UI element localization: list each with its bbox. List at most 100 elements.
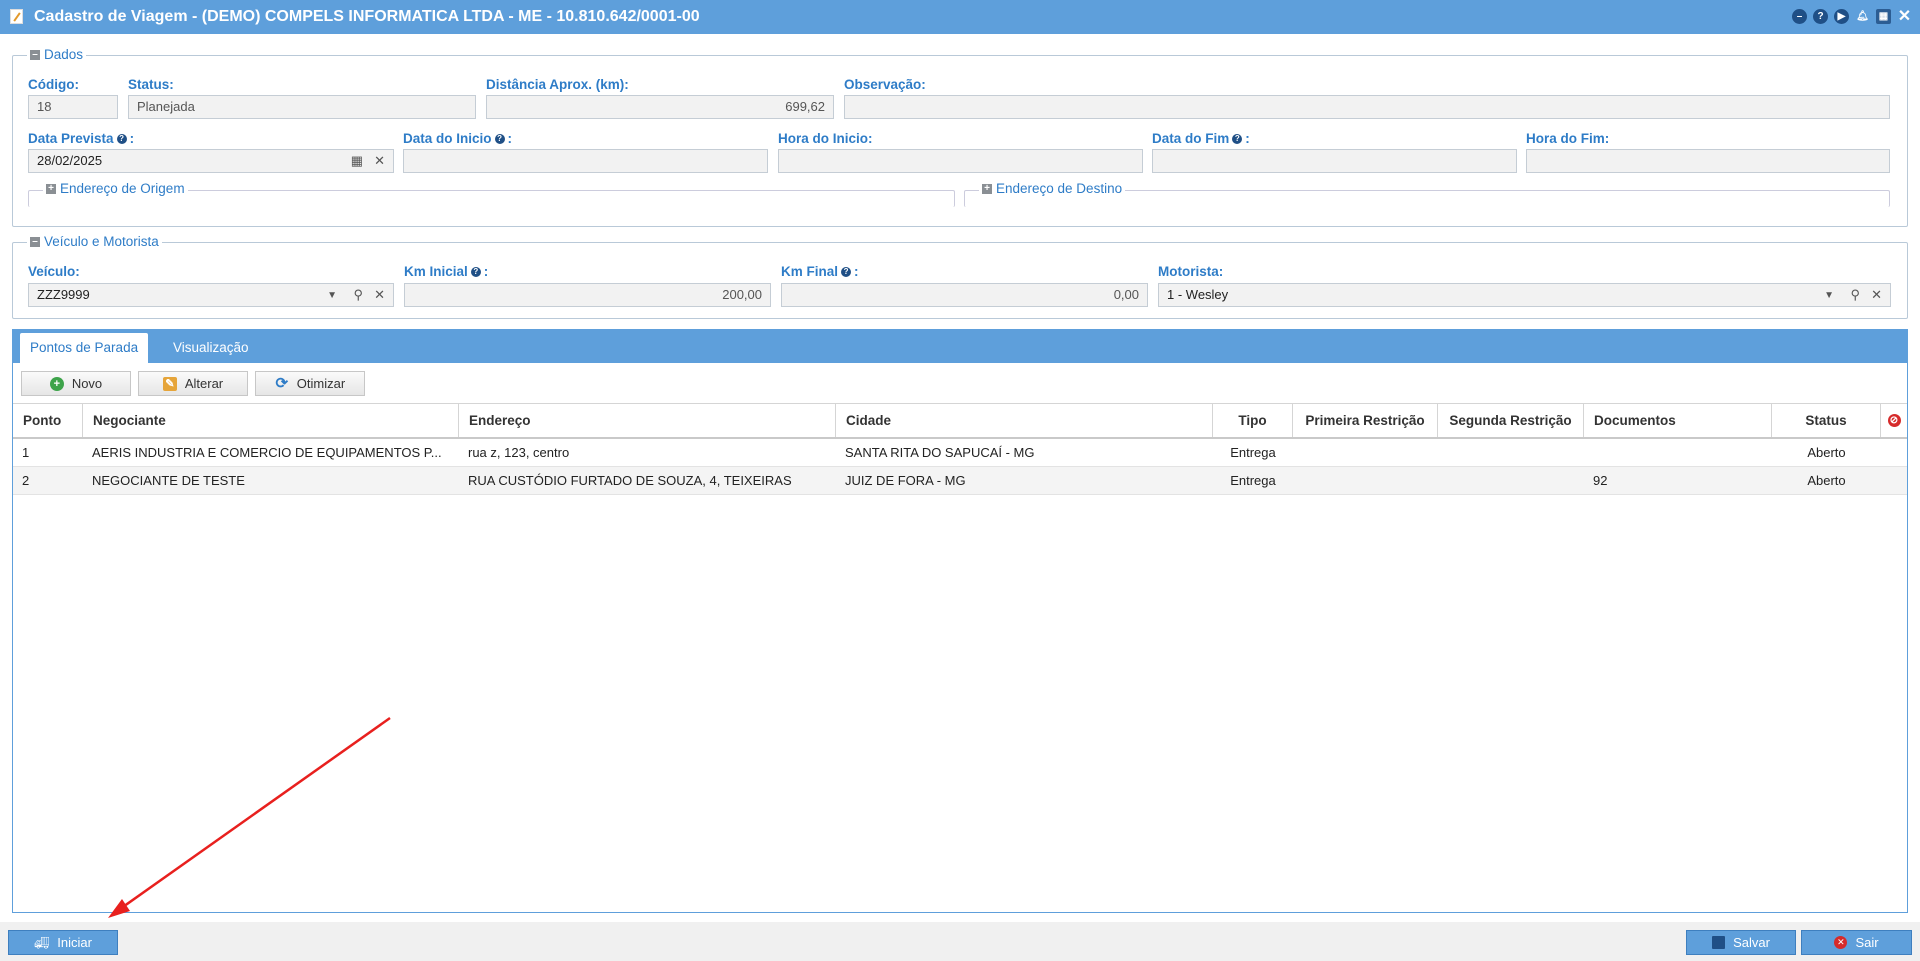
- km-inicial-label-text: Km Inicial: [404, 264, 468, 279]
- window-controls: – ? ▶ 🔔︎ ▦ ✕: [1792, 8, 1912, 24]
- km-final-field[interactable]: 0,00: [781, 283, 1148, 307]
- cell-status: Aberto: [1807, 445, 1846, 460]
- cell-ponto: 2: [22, 473, 30, 488]
- help-icon[interactable]: ?: [494, 133, 505, 144]
- alterar-label: Alterar: [184, 376, 224, 391]
- column-header-segunda-restricao[interactable]: Segunda Restrição: [1438, 404, 1584, 437]
- status-field[interactable]: Planejada: [128, 95, 476, 119]
- edit-document-icon: [10, 9, 23, 24]
- table-row[interactable]: 1 AERIS INDUSTRIA E COMERCIO DE EQUIPAME…: [13, 439, 1907, 467]
- endereco-destino-legend[interactable]: + Endereço de Destino: [979, 181, 1126, 196]
- save-icon: [1712, 936, 1726, 949]
- distancia-field[interactable]: 699,62: [486, 95, 834, 119]
- veiculo-label: Veículo:: [28, 264, 80, 279]
- cell-segunda-restricao: [1438, 467, 1584, 494]
- motorista-field[interactable]: 1 - Wesley ▼ ⚲ ✕: [1158, 283, 1891, 307]
- help-icon[interactable]: ?: [1813, 9, 1828, 24]
- column-header-documentos[interactable]: Documentos: [1584, 404, 1772, 437]
- collapse-icon[interactable]: –: [30, 236, 40, 247]
- colon: :: [129, 131, 135, 146]
- data-inicio-field[interactable]: [403, 149, 768, 173]
- data-fim-field[interactable]: [1152, 149, 1517, 173]
- cell-primeira-restricao: [1293, 467, 1438, 494]
- cell-cidade: JUIZ DE FORA - MG: [845, 473, 966, 488]
- endereco-origem-label: Endereço de Origem: [60, 181, 185, 196]
- clear-icon[interactable]: ✕: [374, 288, 385, 302]
- search-icon[interactable]: ⚲: [353, 288, 363, 302]
- endereco-origem-legend[interactable]: + Endereço de Origem: [43, 181, 188, 196]
- expand-icon[interactable]: +: [982, 183, 992, 194]
- search-icon[interactable]: ⚲: [1850, 288, 1860, 302]
- column-header-cidade[interactable]: Cidade: [836, 404, 1213, 437]
- otimizar-button[interactable]: ⟳ Otimizar: [255, 371, 365, 396]
- data-prevista-field[interactable]: 28/02/2025 ▦ ✕: [28, 149, 394, 173]
- cell-status: Aberto: [1807, 473, 1846, 488]
- notification-bell-icon[interactable]: 🔔︎: [1855, 9, 1870, 24]
- km-inicial-label: Km Inicial ?:: [404, 264, 488, 279]
- data-fim-label: Data do Fim ?:: [1152, 131, 1250, 146]
- grid-toolbar: + Novo ✎ Alterar ⟳ Otimizar: [21, 371, 365, 396]
- codigo-field[interactable]: 18: [28, 95, 118, 119]
- dados-legend[interactable]: – Dados: [27, 47, 87, 62]
- tab-visualizacao[interactable]: Visualização: [163, 333, 259, 363]
- play-icon[interactable]: ▶: [1834, 9, 1849, 24]
- collapse-icon[interactable]: –: [30, 49, 40, 60]
- cell-tipo: Entrega: [1230, 473, 1276, 488]
- sair-button[interactable]: ✕ Sair: [1801, 930, 1912, 955]
- novo-label: Novo: [71, 376, 103, 391]
- footer-bar: 🚚︎ Iniciar Salvar ✕ Sair: [0, 922, 1920, 961]
- veiculo-motorista-fieldset: – Veículo e Motorista: [12, 234, 1908, 319]
- help-icon[interactable]: ?: [1232, 133, 1243, 144]
- dados-legend-label: Dados: [44, 47, 84, 62]
- veiculo-field[interactable]: ZZZ9999 ▼ ⚲ ✕: [28, 283, 394, 307]
- calendar-icon[interactable]: ▦: [1876, 9, 1891, 24]
- novo-button[interactable]: + Novo: [21, 371, 131, 396]
- column-header-remove[interactable]: ⊘: [1881, 404, 1907, 437]
- column-header-status[interactable]: Status: [1772, 404, 1881, 437]
- chevron-down-icon[interactable]: ▼: [1824, 289, 1834, 303]
- minimize-icon[interactable]: –: [1792, 9, 1807, 24]
- remove-icon[interactable]: ⊘: [1887, 414, 1901, 427]
- sair-label: Sair: [1855, 935, 1879, 950]
- iniciar-button[interactable]: 🚚︎ Iniciar: [8, 930, 118, 955]
- column-header-primeira-restricao[interactable]: Primeira Restrição: [1293, 404, 1438, 437]
- cell-endereco: RUA CUSTÓDIO FURTADO DE SOUZA, 4, TEIXEI…: [468, 473, 792, 488]
- column-header-tipo[interactable]: Tipo: [1213, 404, 1293, 437]
- colon: :: [507, 131, 513, 146]
- data-fim-label-text: Data do Fim: [1152, 131, 1230, 146]
- column-header-endereco[interactable]: Endereço: [459, 404, 836, 437]
- hora-fim-field[interactable]: [1526, 149, 1890, 173]
- salvar-button[interactable]: Salvar: [1686, 930, 1796, 955]
- observacao-field[interactable]: [844, 95, 1890, 119]
- calendar-icon[interactable]: ▦: [351, 154, 363, 168]
- help-icon[interactable]: ?: [116, 133, 127, 144]
- clear-icon[interactable]: ✕: [374, 154, 385, 168]
- stops-panel: Pontos de Parada Visualização + Novo ✎ A…: [12, 329, 1908, 913]
- expand-icon[interactable]: +: [46, 183, 56, 194]
- clear-icon[interactable]: ✕: [1871, 288, 1882, 302]
- cell-negociante: AERIS INDUSTRIA E COMERCIO DE EQUIPAMENT…: [92, 445, 442, 460]
- chevron-down-icon[interactable]: ▼: [327, 289, 337, 303]
- cell-segunda-restricao: [1438, 439, 1584, 466]
- data-prevista-label: Data Prevista ?:: [28, 131, 134, 146]
- hora-inicio-field[interactable]: [778, 149, 1143, 173]
- codigo-label: Código:: [28, 77, 79, 92]
- motorista-label: Motorista:: [1158, 264, 1224, 279]
- distancia-label: Distância Aprox. (km):: [486, 77, 629, 92]
- column-header-negociante[interactable]: Negociante: [83, 404, 459, 437]
- help-icon[interactable]: ?: [470, 266, 481, 277]
- otimizar-label: Otimizar: [296, 376, 346, 391]
- grid-header: Ponto Negociante Endereço Cidade Tipo Pr…: [13, 403, 1907, 439]
- tab-pontos-de-parada[interactable]: Pontos de Parada: [20, 333, 149, 363]
- column-header-ponto[interactable]: Ponto: [13, 404, 83, 437]
- table-row[interactable]: 2 NEGOCIANTE DE TESTE RUA CUSTÓDIO FURTA…: [13, 467, 1907, 495]
- veiculo-motorista-legend[interactable]: – Veículo e Motorista: [27, 234, 162, 249]
- data-prevista-value: 28/02/2025: [37, 153, 103, 168]
- close-icon[interactable]: ✕: [1897, 8, 1912, 24]
- observacao-label: Observação:: [844, 77, 926, 92]
- km-inicial-field[interactable]: 200,00: [404, 283, 771, 307]
- alterar-button[interactable]: ✎ Alterar: [138, 371, 248, 396]
- stops-grid: Ponto Negociante Endereço Cidade Tipo Pr…: [13, 403, 1907, 495]
- truck-icon: 🚚︎: [34, 935, 50, 950]
- help-icon[interactable]: ?: [841, 266, 852, 277]
